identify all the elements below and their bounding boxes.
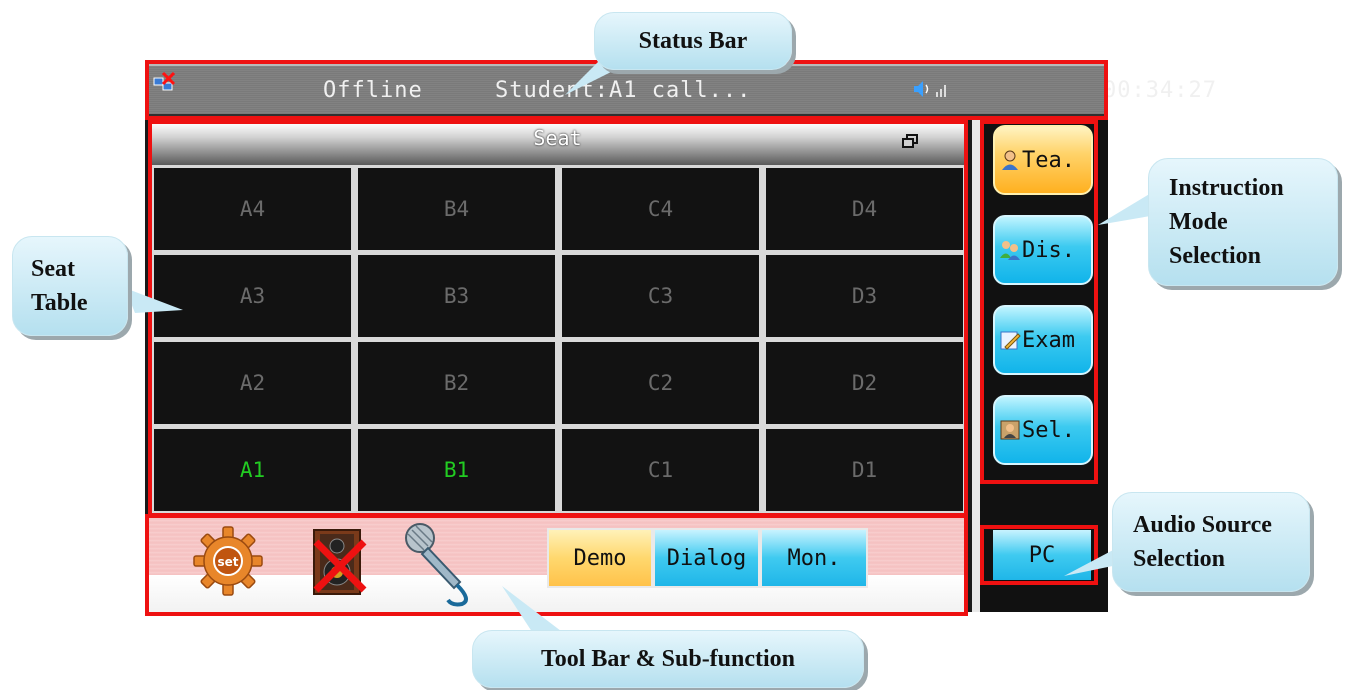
clock: 00:34:27: [1103, 78, 1217, 103]
mode-selection-frame: [980, 120, 1098, 484]
callout-toolbar-text: Tool Bar & Sub-function: [540, 646, 796, 672]
callout-audio-source-text: Audio Source Selection: [1133, 512, 1272, 572]
callout-tail: [1098, 190, 1156, 225]
callout-status-bar-text: Status Bar: [638, 28, 748, 54]
callout-tail: [125, 288, 183, 313]
callout-toolbar: Tool Bar & Sub-function: [472, 630, 864, 688]
callout-audio-source: Audio Source Selection: [1112, 492, 1310, 592]
callout-seat-table: Seat Table: [12, 236, 128, 336]
callout-instruction-mode-text: Instruction Mode Selection: [1169, 175, 1284, 269]
callout-seat-table-text: Seat Table: [31, 256, 88, 316]
panel-divider: [972, 120, 980, 612]
seat-table-frame: [148, 120, 968, 517]
callout-status-bar: Status Bar: [594, 12, 792, 70]
callout-instruction-mode: Instruction Mode Selection: [1148, 158, 1338, 286]
